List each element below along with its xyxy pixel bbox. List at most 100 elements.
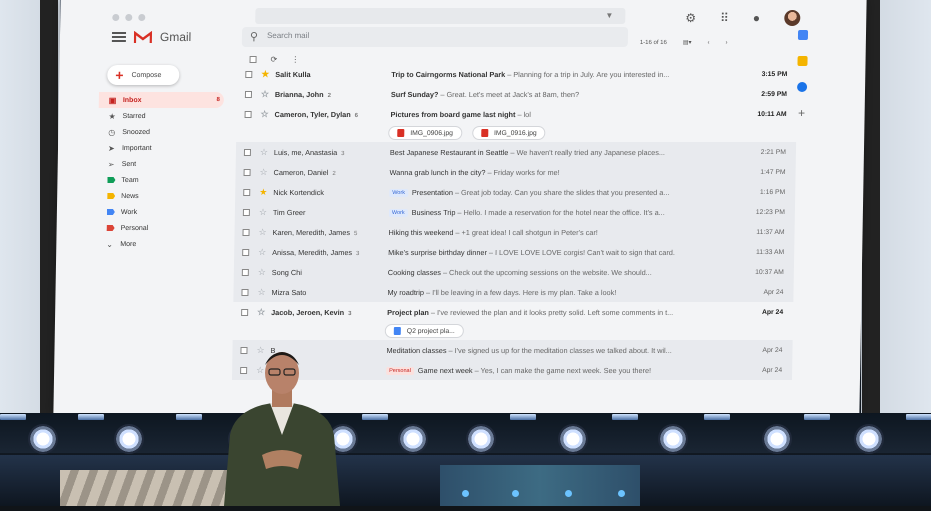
attachment-chip[interactable]: IMG_0916.jpg [471,126,546,140]
settings-gear-icon[interactable]: ⚙ [685,11,696,25]
density-icon[interactable]: ▤▾ [683,39,692,46]
stage-light [114,424,144,454]
star-icon[interactable]: ★ [261,69,275,80]
email-sender-cell: Salit Kulla [275,70,391,79]
avatar[interactable] [783,10,801,26]
select-all-checkbox[interactable] [249,56,257,63]
next-page-icon[interactable]: › [726,40,728,46]
prev-page-icon[interactable]: ‹ [708,40,710,46]
row-checkbox[interactable] [241,288,249,296]
more-vert-icon[interactable]: ⋮ [291,55,299,64]
email-row[interactable]: ☆ Luis, me, Anastasia 3 Best Japanese Resta… [235,142,797,162]
star-icon[interactable]: ☆ [259,207,273,218]
sidebar-item-inbox[interactable]: ▣ Inbox 8 [98,92,224,108]
row-checkbox[interactable] [241,268,249,276]
address-bar[interactable]: ▼ [255,8,626,24]
keep-icon[interactable] [797,56,808,66]
attachment-row: IMG_0906.jpg IMG_0916.jpg [236,124,796,142]
star-icon[interactable]: ☆ [261,109,275,120]
email-sender-cell: Jacob, Jeroen, Kevin 3 [271,308,387,317]
email-row[interactable]: ☆ Jacob, Jeroen, Kevin 3 Project plan – I'v… [233,302,793,322]
app-name: Gmail [159,30,192,44]
email-subject: Meditation classes [386,345,447,355]
star-icon[interactable]: ☆ [258,227,272,238]
gmail-logo-icon [133,30,153,44]
row-checkbox[interactable] [242,228,250,236]
tasks-icon[interactable] [796,82,808,92]
row-checkbox[interactable] [243,168,251,176]
email-row[interactable]: ☆ Karen, Meredith, James 5 Hiking this week… [234,222,795,242]
unread-count: 8 [216,97,220,103]
email-sender: Salit Kulla [275,69,311,79]
row-checkbox[interactable] [244,90,253,98]
row-checkbox[interactable] [245,70,253,78]
email-sender-cell: Mizra Sato [271,288,387,297]
side-panel: + [781,30,818,410]
email-row[interactable]: ☆ Anissa, Meredith, James 3 Mike's surprise… [234,242,795,262]
important-icon: ➤ [107,143,115,153]
row-checkbox[interactable] [244,110,252,118]
apps-grid-icon[interactable]: ⠿ [720,11,729,25]
calendar-icon[interactable] [797,30,809,40]
window-dot[interactable] [138,14,146,21]
notifications-icon[interactable]: ● [753,11,760,25]
email-subject-line: Trip to Cairngorms National Park – Plann… [391,70,725,79]
attachment-chip[interactable]: IMG_0906.jpg [388,126,463,140]
search-bar[interactable]: ⚲ Search mail [241,27,629,47]
stage-light [658,424,688,454]
label-badge: Work [388,208,408,217]
email-row[interactable]: ☆ Cameron, Tyler, Dylan 6 Pictures from boa… [236,104,796,124]
sidebar-item-personal[interactable]: Personal [96,220,221,236]
email-row[interactable]: ★ Salit Kulla Trip to Cairngorms National … [237,64,797,84]
window-dot[interactable] [112,14,120,21]
sidebar-item-label: Inbox [122,96,142,104]
star-icon[interactable]: ★ [259,187,273,198]
sidebar-item-more[interactable]: ⌄ More [96,236,221,252]
star-icon[interactable]: ☆ [258,247,272,258]
label-badge: Personal [386,366,414,375]
add-addon-icon[interactable]: + [798,106,805,120]
sidebar-item-sent[interactable]: ➢ Sent [98,156,223,172]
sidebar-item-snoozed[interactable]: ◷ Snoozed [98,124,223,140]
row-checkbox[interactable] [243,148,252,156]
attachment-chip[interactable]: Q2 project pla... [384,324,464,338]
email-sender: Cameron, Daniel [273,167,329,177]
sidebar-item-work[interactable]: Work [97,204,222,220]
email-row[interactable]: ☆ Song Chi Cooking classes – Check out the… [233,262,795,282]
row-checkbox[interactable] [243,188,251,196]
star-icon[interactable]: ☆ [260,147,274,158]
search-icon[interactable]: ⚲ [250,30,258,43]
compose-button[interactable]: + Compose [107,65,180,85]
app-header: Gmail [111,30,192,44]
led-bar [804,414,830,420]
email-subject-line: Surf Sunday? – Great. Let's meet at Jack… [391,90,725,99]
email-row[interactable]: ★ Nick Kortendick Work Presentation – Great… [235,182,796,202]
star-icon[interactable]: ☆ [258,267,272,278]
star-icon[interactable]: ☆ [260,167,274,178]
email-subject: Game next week [417,365,473,375]
sidebar-item-news[interactable]: News [97,188,222,204]
star-icon[interactable]: ☆ [257,287,271,298]
menu-icon[interactable] [111,32,127,42]
email-row[interactable]: ☆ Mizra Sato My roadtrip – I'll be leaving… [233,282,794,302]
led-bar [906,414,931,420]
email-sender: Tim Greer [272,207,306,217]
email-row[interactable]: ☆ Tim Greer Work Business Trip – Hello. I m… [234,202,796,222]
label-tag-icon [107,209,115,215]
row-checkbox[interactable] [242,208,250,216]
window-dot[interactable] [125,14,133,21]
email-subject: Pictures from board game last night [390,109,516,119]
star-icon[interactable]: ☆ [257,307,271,318]
row-checkbox[interactable] [241,308,249,316]
sidebar-item-starred[interactable]: ★ Starred [98,108,223,124]
refresh-icon[interactable]: ⟳ [270,55,277,64]
email-row[interactable]: ☆ Brianna, John 2 Surf Sunday? – Great. Let… [237,84,797,104]
sidebar-item-team[interactable]: Team [97,172,222,188]
star-icon[interactable]: ☆ [261,89,275,100]
email-row[interactable]: ☆ Cameron, Daniel 2 Wanna grab lunch in the… [235,162,796,182]
sidebar-item-important[interactable]: ➤ Important [98,140,223,156]
row-checkbox[interactable] [242,248,250,256]
sidebar-item-label: News [121,192,139,200]
window-controls [112,14,146,21]
email-subject: Mike's surprise birthday dinner [388,247,488,257]
